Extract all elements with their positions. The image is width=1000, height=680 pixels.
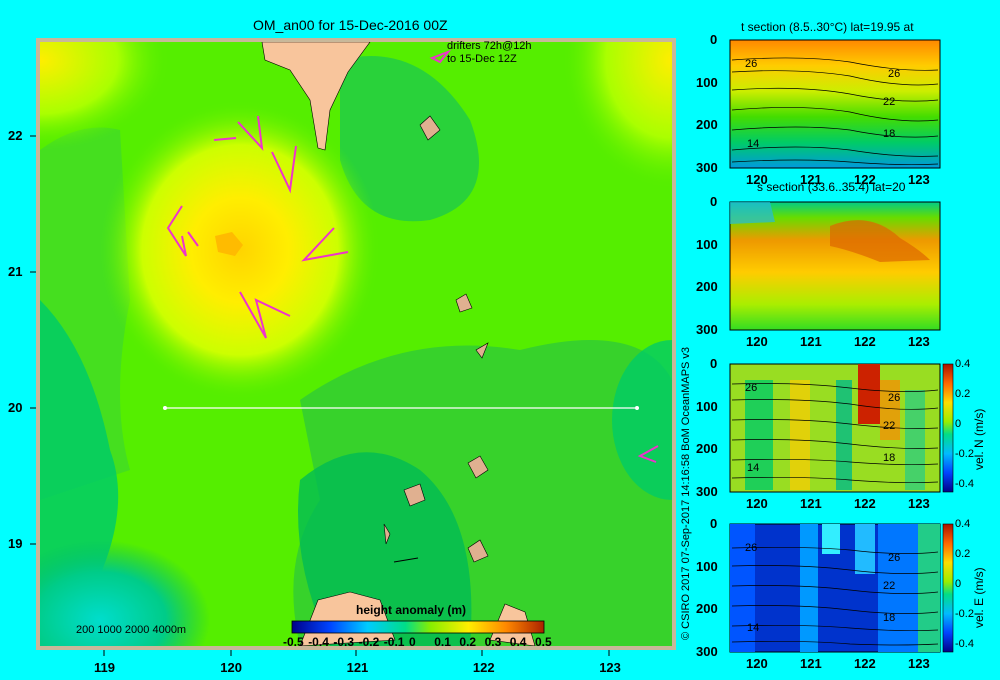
panel-depth-tick: 100 xyxy=(696,74,718,90)
contour-label: 18 xyxy=(883,612,896,624)
bathymetry-legend: 200 1000 2000 4000m xyxy=(76,624,187,636)
colorbar-tick-label: 0.3 xyxy=(484,635,502,649)
panel-lon-tick: 123 xyxy=(908,334,930,349)
vel-colorbar-tick: 0.4 xyxy=(955,358,971,370)
lat-tick-label: 22 xyxy=(8,128,23,143)
contour-label: 14 xyxy=(747,138,760,150)
lat-tick-label: 21 xyxy=(8,264,23,279)
lon-tick-label: 122 xyxy=(472,660,495,675)
vel-colorbar-tick: -0.2 xyxy=(955,608,974,620)
contour-label: 26 xyxy=(745,58,758,70)
colorbar-tick-label: 0.2 xyxy=(459,635,477,649)
lon-tick-label: 121 xyxy=(346,660,369,675)
panel-lon-tick: 123 xyxy=(908,496,930,511)
vel-colorbar-tick: -0.4 xyxy=(955,478,974,490)
vel-n-colorbar xyxy=(942,363,954,493)
contour-label: 22 xyxy=(883,420,896,432)
contour-label: 22 xyxy=(883,96,896,108)
lon-tick-label: 120 xyxy=(220,660,242,675)
panel-lon-tick: 123 xyxy=(908,656,930,671)
panel-lon-tick: 122 xyxy=(854,172,876,187)
panel-depth-tick: 100 xyxy=(696,398,718,414)
panel-lon-tick: 120 xyxy=(746,496,768,511)
main-map xyxy=(30,38,676,656)
panel-lon-tick: 121 xyxy=(800,334,822,349)
panel-depth-tick: 200 xyxy=(696,117,718,132)
vel-n-label: vel. N (m/s) xyxy=(972,408,986,470)
lat-tick-label: 19 xyxy=(8,536,23,551)
panel-depth-tick: 0 xyxy=(710,32,718,47)
panel-depth-tick: 200 xyxy=(696,601,718,616)
panel-depth-tick: 100 xyxy=(696,558,718,574)
vel-e-label: vel. E (m/s) xyxy=(972,567,986,628)
contour-label: 26 xyxy=(888,392,901,404)
panel-t-section xyxy=(729,39,941,169)
contour-label: 26 xyxy=(745,542,758,554)
contour-label: 14 xyxy=(747,462,760,474)
colorbar-tick-label: -0.1 xyxy=(383,635,405,649)
vel-colorbar-tick: -0.2 xyxy=(955,448,974,460)
panel-lon-tick: 121 xyxy=(800,496,822,511)
panel-lon-tick: 122 xyxy=(854,656,876,671)
panel-depth-tick: 300 xyxy=(696,159,718,175)
panel-depth-tick: 100 xyxy=(696,236,718,252)
vel-colorbar-tick: 0 xyxy=(955,418,962,430)
colorbar-tick-label: -0.3 xyxy=(333,635,355,649)
panel-depth-tick: 300 xyxy=(696,321,718,337)
panel-lon-tick: 121 xyxy=(800,172,822,187)
panel-depth-tick: 0 xyxy=(710,194,718,209)
panel-depth-tick: 200 xyxy=(696,441,718,456)
contour-label: 22 xyxy=(883,580,896,592)
panel-lon-tick: 123 xyxy=(908,172,930,187)
panel-depth-tick: 200 xyxy=(696,279,718,294)
panel-s-title: s section (33.6..35.4) lat=20 xyxy=(757,180,906,194)
lat-tick-label: 20 xyxy=(8,400,23,415)
panel-depth-tick: 300 xyxy=(696,643,718,659)
panel-depth-tick: 0 xyxy=(710,516,718,531)
colorbar-tick-label: 0.4 xyxy=(509,635,527,649)
vel-colorbar-tick: 0.4 xyxy=(955,518,971,530)
main-title: OM_an00 for 15-Dec-2016 00Z xyxy=(253,17,448,33)
panel-s-section xyxy=(729,201,941,331)
colorbar-tick-label: 0.5 xyxy=(535,635,552,649)
panel-depth-tick: 300 xyxy=(696,483,718,499)
contour-label: 18 xyxy=(883,128,896,140)
colorbar-title: height anomaly (m) xyxy=(356,603,467,617)
vel-colorbar-tick: 0.2 xyxy=(955,388,971,400)
panel-lon-tick: 120 xyxy=(746,656,768,671)
contour-label: 18 xyxy=(883,452,896,464)
drifters-caption-2: to 15-Dec 12Z xyxy=(447,53,517,65)
figure-canvas xyxy=(30,38,954,656)
colorbar-tick-label: -0.2 xyxy=(358,635,380,649)
contour-label: 14 xyxy=(747,622,760,634)
contour-label: 26 xyxy=(888,68,901,80)
contour-label: 26 xyxy=(888,552,901,564)
panel-lon-tick: 120 xyxy=(746,334,768,349)
vel-colorbar-tick: 0.2 xyxy=(955,548,971,560)
panel-depth-tick: 0 xyxy=(710,356,718,371)
colorbar-tick-label: 0.1 xyxy=(434,635,451,649)
vel-colorbar-tick: -0.4 xyxy=(955,638,974,650)
panel-vel-e xyxy=(729,523,954,653)
panel-lon-tick: 122 xyxy=(854,496,876,511)
main-colorbar xyxy=(291,620,545,634)
panel-lon-tick: 120 xyxy=(746,172,768,187)
lon-tick-label: 123 xyxy=(599,660,621,675)
contour-label: 26 xyxy=(745,382,758,394)
panel-vel-n xyxy=(729,363,954,493)
lon-tick-label: 119 xyxy=(94,660,115,675)
colorbar-tick-label: 0 xyxy=(409,635,416,649)
vel-colorbar-tick: 0 xyxy=(955,578,962,590)
panel-lon-tick: 121 xyxy=(800,656,822,671)
drifters-caption-1: drifters 72h@12h xyxy=(447,40,532,52)
panel-t-title: t section (8.5..30°C) lat=19.95 at xyxy=(741,20,914,34)
vel-e-colorbar xyxy=(942,523,954,653)
credit-text: © CSIRO 2017 07-Sep-2017 14:16:58 BoM Oc… xyxy=(680,346,692,640)
colorbar-tick-label: -0.5 xyxy=(283,635,304,649)
colorbar-tick-label: -0.4 xyxy=(308,635,329,649)
panel-lon-tick: 122 xyxy=(854,334,876,349)
